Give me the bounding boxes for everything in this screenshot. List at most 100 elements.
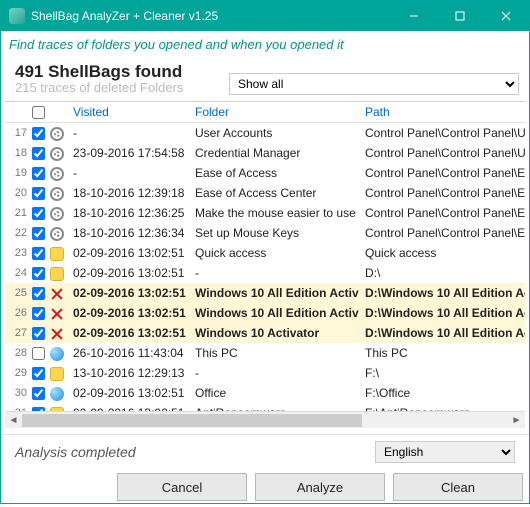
row-checkbox[interactable] <box>29 383 47 403</box>
close-button[interactable] <box>483 1 529 31</box>
table-header-row: Visited Folder Path <box>5 102 525 123</box>
row-number: 20 <box>5 183 29 203</box>
row-checkbox[interactable] <box>29 143 47 163</box>
table-row[interactable]: 2302-09-2016 13:02:51Quick accessQuick a… <box>5 243 525 263</box>
row-path: D:\Windows 10 All Edition Activa <box>359 303 525 323</box>
row-number: 31 <box>5 403 29 411</box>
table-row[interactable]: 22 18-10-2016 12:36:34Set up Mouse KeysCo… <box>5 223 525 243</box>
row-path: D:\ <box>359 263 525 283</box>
row-checkbox[interactable] <box>29 163 47 183</box>
row-icon-yellow <box>47 403 67 411</box>
row-checkbox[interactable] <box>29 283 47 303</box>
row-icon-red <box>47 303 67 323</box>
table-row[interactable]: 2018-10-2016 12:39:18Ease of Access Cent… <box>5 183 525 203</box>
row-number: 25 <box>5 283 29 303</box>
row-visited: 18-10-2016 12:36:34 <box>67 223 189 243</box>
header-visited[interactable]: Visited <box>67 102 189 123</box>
row-checkbox[interactable] <box>29 123 47 144</box>
row-visited: 26-10-2016 11:43:04 <box>67 343 189 363</box>
row-path: Control Panel\Control Panel\Ease <box>359 223 525 243</box>
horizontal-scrollbar[interactable]: ◄ ► <box>5 411 525 428</box>
scroll-left-arrow[interactable]: ◄ <box>5 412 22 429</box>
row-visited: 23-09-2016 17:54:58 <box>67 143 189 163</box>
analyze-button[interactable]: Analyze <box>255 473 385 501</box>
subtitle: Find traces of folders you opened and wh… <box>1 31 529 62</box>
row-checkbox[interactable] <box>29 323 47 343</box>
row-icon-gear <box>47 203 67 223</box>
row-checkbox[interactable] <box>29 403 47 411</box>
status-text: Analysis completed <box>15 444 375 460</box>
row-number: 17 <box>5 123 29 144</box>
header-checkbox[interactable] <box>29 102 47 123</box>
header-folder[interactable]: Folder <box>189 102 359 123</box>
scroll-thumb[interactable] <box>22 414 362 427</box>
table-row[interactable]: 2602-09-2016 13:02:51Windows 10 All Edit… <box>5 303 525 323</box>
row-visited: - <box>67 123 189 144</box>
row-checkbox[interactable] <box>29 223 47 243</box>
gear-icon <box>50 187 64 201</box>
row-visited: 02-09-2016 13:02:51 <box>67 303 189 323</box>
row-folder: - <box>189 263 359 283</box>
gear-icon <box>50 227 64 241</box>
row-checkbox[interactable] <box>29 183 47 203</box>
table-row[interactable]: 2826-10-2016 11:43:04This PCThis PC <box>5 343 525 363</box>
row-folder: Ease of Access <box>189 163 359 183</box>
table-row[interactable]: 3102-09-2016 13:02:51AntiRansomwareF:\An… <box>5 403 525 411</box>
yellow-icon <box>50 367 64 381</box>
gear-icon <box>50 127 64 141</box>
row-visited: 13-10-2016 12:29:13 <box>67 363 189 383</box>
row-number: 26 <box>5 303 29 323</box>
red-icon <box>50 287 64 301</box>
table-row[interactable]: 2913-10-2016 12:29:13-F:\ <box>5 363 525 383</box>
row-visited: 02-09-2016 13:02:51 <box>67 283 189 303</box>
row-folder: Set up Mouse Keys <box>189 223 359 243</box>
row-checkbox[interactable] <box>29 363 47 383</box>
table-row[interactable]: 3002-09-2016 13:02:51OfficeF:\Office <box>5 383 525 403</box>
row-visited: 02-09-2016 13:02:51 <box>67 323 189 343</box>
row-icon-globe <box>47 343 67 363</box>
row-checkbox[interactable] <box>29 243 47 263</box>
scroll-track[interactable] <box>22 412 508 429</box>
maximize-button[interactable] <box>437 1 483 31</box>
footer: Analysis completed English <box>1 434 529 469</box>
row-checkbox[interactable] <box>29 263 47 283</box>
header-icon <box>47 102 67 123</box>
table-row[interactable]: 1823-09-2016 17:54:58Credential ManagerC… <box>5 143 525 163</box>
cancel-button[interactable]: Cancel <box>117 473 247 501</box>
gear-icon <box>50 207 64 221</box>
header-path[interactable]: Path <box>359 102 525 123</box>
row-path: D:\Windows 10 All Edition Activa <box>359 283 525 303</box>
table-row[interactable]: 2118-10-2016 12:36:25Make the mouse easi… <box>5 203 525 223</box>
row-icon-red <box>47 323 67 343</box>
summary-row: 491 ShellBags found 215 traces of delete… <box>1 62 529 99</box>
row-number: 24 <box>5 263 29 283</box>
table-row[interactable]: 19-Ease of AccessControl Panel\Control P… <box>5 163 525 183</box>
table-row[interactable]: 2402-09-2016 13:02:51-D:\ <box>5 263 525 283</box>
clean-button[interactable]: Clean <box>393 473 523 501</box>
table-row[interactable]: 2502-09-2016 13:02:51Windows 10 All Edit… <box>5 283 525 303</box>
row-checkbox[interactable] <box>29 203 47 223</box>
table-row[interactable]: 17-User AccountsControl Panel\Control Pa… <box>5 123 525 144</box>
window-title: ShellBag AnalyZer + Cleaner v1.25 <box>31 9 391 23</box>
row-path: D:\Windows 10 All Edition Activa <box>359 323 525 343</box>
row-icon-gear <box>47 163 67 183</box>
header-number <box>5 102 29 123</box>
row-checkbox[interactable] <box>29 303 47 323</box>
yellow-icon <box>50 407 64 411</box>
row-folder: Windows 10 Activator <box>189 323 359 343</box>
gear-icon <box>50 167 64 181</box>
row-number: 23 <box>5 243 29 263</box>
row-path: F:\ <box>359 363 525 383</box>
row-checkbox[interactable] <box>29 343 47 363</box>
row-folder: Credential Manager <box>189 143 359 163</box>
table-row[interactable]: 2702-09-2016 13:02:51Windows 10 Activato… <box>5 323 525 343</box>
minimize-button[interactable] <box>391 1 437 31</box>
app-icon <box>9 8 25 24</box>
row-number: 22 <box>5 223 29 243</box>
scroll-right-arrow[interactable]: ► <box>508 412 525 429</box>
row-number: 21 <box>5 203 29 223</box>
language-dropdown[interactable]: English <box>375 441 515 463</box>
red-icon <box>50 307 64 321</box>
filter-dropdown[interactable]: Show all <box>229 73 519 95</box>
row-number: 30 <box>5 383 29 403</box>
